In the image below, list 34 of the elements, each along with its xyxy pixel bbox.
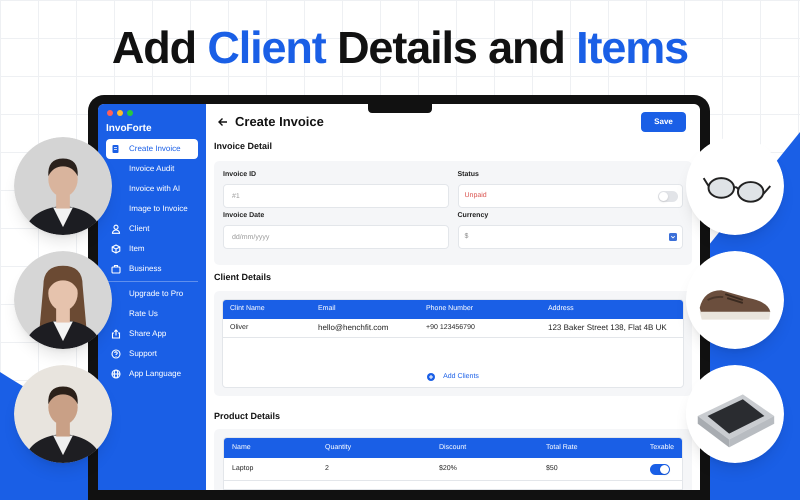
section-title: Invoice Detail	[214, 140, 272, 154]
page-title: Create Invoice	[235, 113, 324, 132]
add-icon	[427, 372, 436, 381]
person-icon	[111, 224, 121, 234]
sidebar-item[interactable]: Invoice Audit	[129, 163, 174, 175]
briefcase-icon	[111, 264, 121, 274]
help-icon	[111, 349, 121, 359]
camera-notch	[368, 104, 432, 113]
sidebar-item[interactable]: Client	[129, 223, 150, 235]
sidebar-item[interactable]: Rate Us	[129, 308, 158, 320]
toggle-switch[interactable]	[650, 464, 670, 474]
sidebar-item[interactable]: Share App	[129, 328, 166, 340]
section-title: Client Details	[214, 271, 272, 284]
sidebar-item[interactable]: Invoice with AI	[129, 183, 180, 195]
document-icon	[111, 144, 121, 154]
sidebar-item[interactable]: Upgrade to Pro	[129, 288, 184, 300]
sidebar-item[interactable]: App Language	[129, 368, 182, 380]
table-cell-text: hello@henchfit.com	[318, 322, 390, 334]
headline: Add Client Details and Items	[112, 20, 688, 75]
sidebar-item[interactable]: Support	[129, 348, 158, 360]
share-icon	[111, 329, 121, 339]
globe-icon	[111, 369, 121, 379]
back-arrow-icon[interactable]	[217, 116, 229, 128]
sidebar-item[interactable]: Image to Invoice	[129, 203, 188, 215]
sidebar-item[interactable]: Business	[129, 263, 162, 275]
cube-icon	[111, 244, 121, 254]
table-cell-text: 123 Baker Street 138, Flat 4B UK	[548, 322, 668, 334]
save-button[interactable]: Save	[641, 112, 686, 132]
sidebar-item[interactable]: Create Invoice	[106, 139, 198, 159]
dropdown-icon	[669, 233, 677, 241]
sidebar-item[interactable]: Item	[129, 243, 145, 255]
app-name: InvoForte	[106, 122, 152, 136]
toggle-switch[interactable]	[658, 190, 678, 202]
section-title: Product Details	[214, 410, 280, 424]
